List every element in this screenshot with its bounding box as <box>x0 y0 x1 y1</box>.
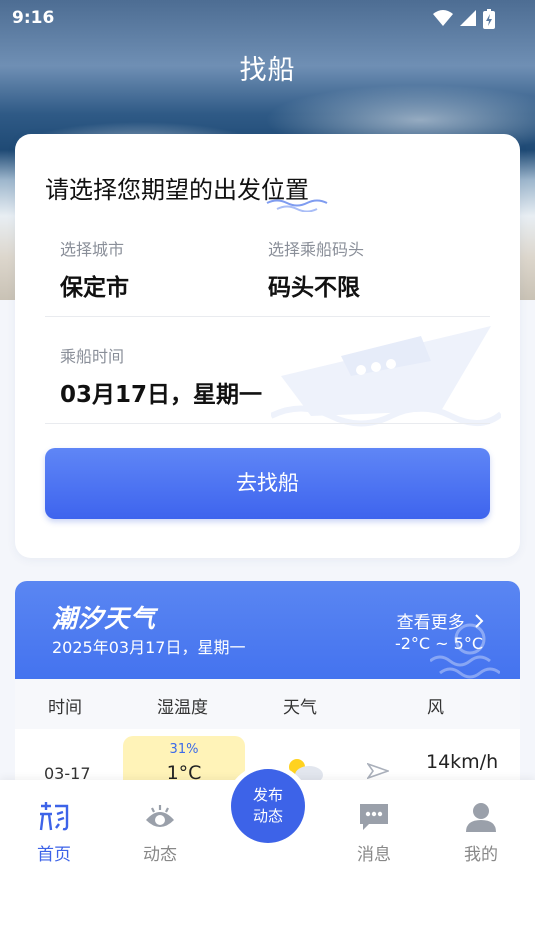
find-boat-button[interactable]: 去找船 <box>45 448 490 519</box>
chat-icon <box>360 804 388 830</box>
time-label: 乘船时间 <box>60 347 125 366</box>
column-header: 湿温度 <box>157 698 208 718</box>
signal-icon <box>460 10 476 26</box>
status-time: 9:16 <box>12 8 55 28</box>
wave-decoration-icon <box>266 199 328 212</box>
tab-moments[interactable]: 动态 <box>120 800 200 865</box>
user-icon <box>466 803 496 832</box>
pier-label: 选择乘船码头 <box>268 240 365 259</box>
wifi-icon <box>433 10 453 26</box>
home-fish-icon <box>39 802 69 831</box>
tab-messages[interactable]: 消息 <box>334 800 414 865</box>
wind-direction-icon <box>367 763 389 779</box>
city-label: 选择城市 <box>60 240 125 259</box>
column-header: 天气 <box>283 698 317 718</box>
publish-label-line1: 发布 <box>252 786 283 804</box>
tab-home[interactable]: 首页 <box>14 800 94 865</box>
view-more-link[interactable]: 查看更多 <box>397 608 484 633</box>
city-select[interactable]: 保定市 <box>60 268 129 302</box>
view-more-label: 查看更多 <box>396 613 465 633</box>
wind-speed: 14km/h <box>426 751 499 773</box>
status-bar: 9:16 <box>0 0 535 36</box>
divider <box>45 423 490 424</box>
temp-range: -2°C ~ 5°C <box>394 634 483 653</box>
tab-label: 首页 <box>37 845 71 865</box>
weather-column-headers: 时间 湿温度 天气 风 <box>15 679 520 729</box>
page-title: 找船 <box>239 55 296 86</box>
humidity-value: 31% <box>169 742 199 757</box>
tab-profile[interactable]: 我的 <box>441 800 521 865</box>
battery-icon <box>483 9 495 29</box>
tab-label: 消息 <box>357 845 391 865</box>
weather-date: 2025年03月17日，星期一 <box>52 638 246 657</box>
tab-label: 动态 <box>143 845 177 865</box>
weather-title: 潮汐天气 <box>52 604 157 633</box>
eye-icon <box>146 805 174 827</box>
pier-select[interactable]: 码头不限 <box>268 268 360 302</box>
column-header: 风 <box>427 698 444 718</box>
chevron-right-icon <box>475 614 484 628</box>
column-header: 时间 <box>48 698 82 718</box>
ship-watermark-icon <box>271 326 501 427</box>
publish-post-button[interactable]: 发布 动态 <box>231 769 305 843</box>
tab-label: 我的 <box>464 845 498 865</box>
weather-header: 潮汐天气 2025年03月17日，星期一 查看更多 -2°C ~ 5°C <box>15 581 520 679</box>
publish-label-line2: 动态 <box>252 807 283 825</box>
date-picker[interactable]: 03月17日，星期一 <box>60 375 262 409</box>
status-icons <box>433 9 495 29</box>
search-card: 请选择您期望的出发位置 选择城市 保定市 选择乘船码头 码头不限 乘船时间 03… <box>15 134 520 558</box>
divider <box>45 316 490 317</box>
